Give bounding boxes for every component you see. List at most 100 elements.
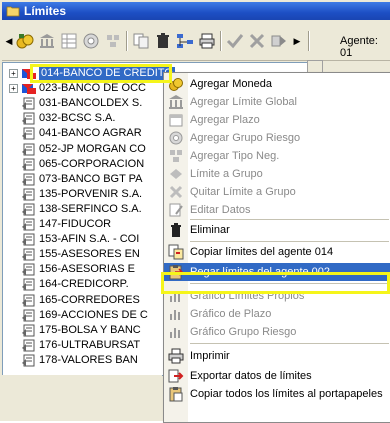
remove-limit-icon [168, 184, 184, 200]
menu-item-label: Pegar límites del agente 002 [190, 266, 331, 278]
menu-item-label: Imprimir [190, 350, 230, 362]
menu-item[interactable]: Límite a Grupo [164, 165, 390, 183]
trash-icon [168, 222, 184, 238]
limit-group-icon [168, 166, 184, 182]
folder-icon [6, 6, 20, 17]
tree-item-label: 031-BANCOLDEX S. [39, 97, 143, 110]
tree-item-label: 014-BANCO DE CREDITO [39, 67, 175, 80]
agent-document-icon [22, 263, 35, 276]
clipboard-icon [168, 386, 184, 402]
menu-item[interactable]: Eliminar [164, 221, 390, 239]
tree-item-label: 147-FIDUCOR [39, 218, 112, 230]
menu-item-label: Quitar Límite a Grupo [190, 186, 296, 198]
bank-icon[interactable] [38, 32, 56, 50]
menu-item-label: Copiar límites del agente 014 [190, 246, 334, 258]
agent-folder-icon [22, 69, 36, 79]
bar-chart-icon [168, 306, 184, 322]
tree-item-label: 023-BANCO DE OCC [39, 82, 146, 95]
calendar-icon [168, 112, 184, 128]
bar-chart-icon [168, 324, 184, 340]
toolbar: ◀ ▶ Agente: 01 [2, 22, 390, 61]
printer-icon [168, 348, 184, 364]
tree-item-label: 073-BANCO BGT PA [39, 172, 143, 185]
menu-separator [190, 219, 389, 220]
menu-item[interactable]: Pegar límites del agente 002 [164, 263, 390, 281]
edit-icon [168, 202, 184, 218]
agent-document-icon [22, 278, 35, 291]
menu-item[interactable]: Copiar límites del agente 014 [164, 243, 390, 261]
menu-item-label: Agregar Límite Global [190, 96, 297, 108]
house-coins-icon[interactable] [16, 32, 34, 50]
menu-item-label: Agregar Moneda [190, 78, 272, 90]
menu-item-label: Agregar Tipo Neg. [190, 150, 280, 162]
menu-item-label: Copiar todos los límites al portapapeles [190, 388, 383, 400]
agent-document-icon [22, 188, 35, 201]
agent-document-icon [22, 173, 35, 186]
tree-item-label: 178-VALORES BAN [39, 353, 138, 366]
menu-item-label: Gráfico Grupo Riesgo [190, 326, 297, 338]
trash-icon[interactable] [154, 32, 172, 50]
agent-document-icon [22, 203, 35, 216]
tree-item-label: 052-JP MORGAN CO [39, 142, 146, 155]
menu-item[interactable]: Gráfico Grupo Riesgo [164, 323, 390, 341]
menu-item[interactable]: Editar Datos [164, 201, 390, 219]
agent-document-icon [22, 354, 35, 367]
menu-item-label: Eliminar [190, 224, 230, 236]
check-icon[interactable] [226, 32, 244, 50]
toolbar-scroll-right-icon[interactable]: ▶ [292, 34, 302, 48]
coins-icon [168, 76, 184, 92]
copy-limits-icon [168, 244, 184, 260]
types-icon[interactable] [104, 32, 122, 50]
arrow-icon[interactable] [270, 32, 288, 50]
menu-item[interactable]: Agregar Plazo [164, 111, 390, 129]
menu-item[interactable]: Gráfico de Plazo [164, 305, 390, 323]
cross-icon[interactable] [248, 32, 266, 50]
tree-item-label: 065-CORPORACION [39, 157, 145, 170]
printer-icon[interactable] [198, 32, 216, 50]
tree-item-label: 176-ULTRABURSAT [39, 338, 141, 351]
status-area [2, 375, 162, 421]
menu-item[interactable]: Copiar todos los límites al portapapeles [164, 385, 390, 403]
tree-item-label: 156-ASESORIAS E [39, 263, 135, 276]
toolbar-separator [126, 31, 128, 51]
agent-document-icon [22, 143, 35, 155]
risk-group-icon [168, 130, 184, 146]
bar-chart-icon [168, 288, 184, 304]
menu-item[interactable]: Gráfico Límites Propios [164, 287, 390, 305]
menu-item[interactable]: Imprimir [164, 347, 390, 365]
tree-item-label: 135-PORVENIR S.A. [39, 187, 143, 200]
menu-item[interactable]: Exportar datos de límites [164, 367, 390, 385]
menu-item[interactable]: Agregar Tipo Neg. [164, 147, 390, 165]
menu-item-label: Exportar datos de límites [190, 370, 312, 382]
grid-icon[interactable] [60, 32, 78, 50]
toolbar-separator [220, 31, 222, 51]
tree-item-label: 164-CREDICORP. [39, 278, 129, 291]
agent-document-icon [22, 324, 35, 337]
tree-item-label: 032-BCSC S.A. [39, 112, 116, 125]
menu-separator [190, 283, 389, 284]
expand-toggle-icon[interactable]: + [9, 84, 18, 94]
menu-item-label: Gráfico Límites Propios [190, 290, 305, 302]
context-menu: Agregar Moneda Agregar Límite Global Agreg… [163, 72, 390, 423]
tree-item-label: 041-BANCO AGRAR [39, 127, 142, 140]
menu-item[interactable]: Agregar Grupo Riesgo [164, 129, 390, 147]
agent-document-icon [22, 248, 35, 261]
agent-document-icon [22, 294, 35, 306]
coin-icon[interactable] [82, 32, 100, 50]
menu-item[interactable]: Quitar Límite a Grupo [164, 183, 390, 201]
tree-item-label: 165-CORREDORES [39, 293, 140, 306]
expand-toggle-icon[interactable]: + [9, 69, 18, 78]
tree-item-label: 138-SERFINCO S.A. [39, 202, 142, 215]
menu-item[interactable]: Agregar Límite Global [164, 93, 390, 111]
tree-item-label: 169-ACCIONES DE C [39, 308, 148, 321]
toolbar-scroll-left-icon[interactable]: ◀ [4, 34, 14, 48]
bank-icon [168, 94, 184, 110]
menu-item-label: Límite a Grupo [190, 168, 263, 180]
hierarchy-icon[interactable] [176, 32, 194, 50]
menu-item-label: Editar Datos [190, 204, 251, 216]
menu-item-label: Agregar Grupo Riesgo [190, 132, 301, 144]
menu-separator [190, 343, 389, 344]
copy-icon[interactable] [132, 32, 150, 50]
menu-item[interactable]: Agregar Moneda [164, 75, 390, 93]
negotiation-type-icon [168, 148, 184, 164]
